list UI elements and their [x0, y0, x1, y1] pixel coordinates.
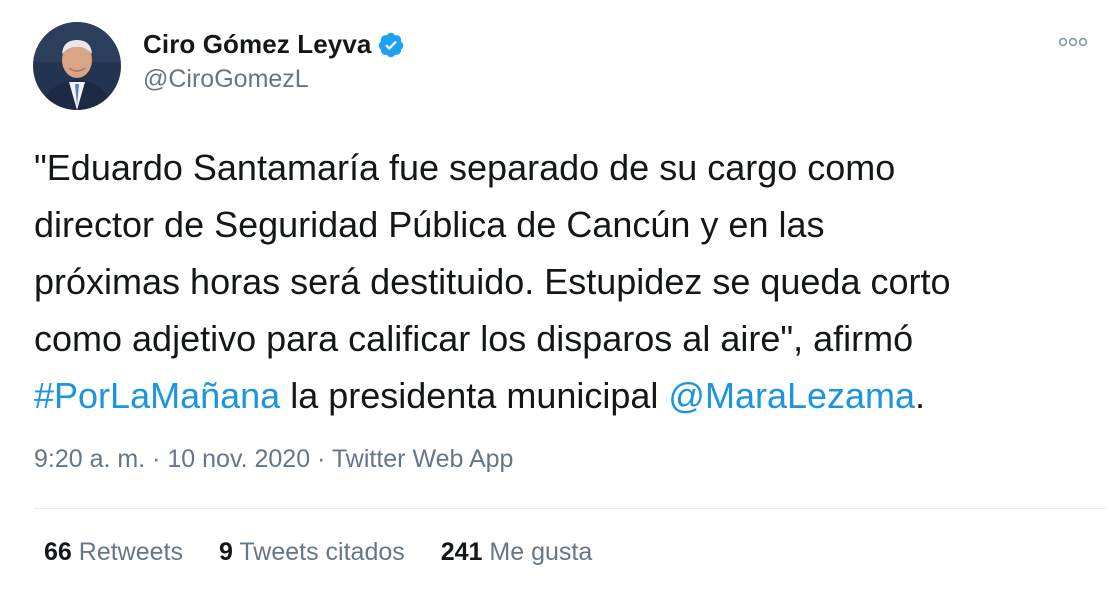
tweet-date[interactable]: 10 nov. 2020 [167, 445, 310, 473]
tweet-time[interactable]: 9:20 a. m. [34, 445, 145, 473]
tweet-card: Ciro Gómez Leyva @CiroGomezL "Eduardo Sa… [0, 0, 1120, 601]
tweet-text-segment: . [915, 375, 926, 416]
tweet-stats: 66 Retweets 9 Tweets citados 241 Me gust… [44, 538, 628, 567]
mention-link[interactable]: @MaraLezama [668, 375, 915, 416]
tweet-text-segment: próximas horas será destituido. Estupide… [34, 261, 951, 302]
stat-label: Me gusta [489, 538, 593, 566]
meta-separator: · [310, 445, 332, 473]
tweet-text-line: "Eduardo Santamaría fue separado de su c… [34, 139, 1104, 196]
tweet-text: "Eduardo Santamaría fue separado de su c… [34, 139, 1104, 424]
author-display-name[interactable]: Ciro Gómez Leyva [143, 29, 371, 60]
stat-count: 9 [218, 538, 233, 566]
stat-quote-tweets[interactable]: 9 Tweets citados [219, 538, 405, 567]
tweet-text-segment: director de Seguridad Pública de Cancún … [34, 204, 825, 245]
tweet-metadata: 9:20 a. m. · 10 nov. 2020 · Twitter Web … [34, 445, 513, 474]
meta-separator: · [145, 445, 168, 473]
stat-label: Tweets citados [239, 538, 405, 566]
author-names: Ciro Gómez Leyva @CiroGomezL [143, 27, 405, 94]
author-handle[interactable]: @CiroGomezL [143, 65, 405, 94]
stat-retweets[interactable]: 66 Retweets [44, 538, 183, 567]
verified-badge-icon [377, 31, 405, 59]
tweet-text-segment: como adjetivo para calificar los disparo… [34, 318, 914, 359]
tweet-text-line: próximas horas será destituido. Estupide… [34, 253, 1104, 310]
tweet-source[interactable]: Twitter Web App [332, 445, 514, 473]
tweet-header: Ciro Gómez Leyva @CiroGomezL [33, 22, 405, 110]
tweet-text-line: #PorLaMañana la presidenta municipal @Ma… [34, 367, 1104, 424]
avatar[interactable] [33, 22, 121, 110]
more-options-icon[interactable] [1056, 32, 1090, 52]
stat-likes[interactable]: 241 Me gusta [441, 538, 593, 567]
divider [34, 508, 1106, 509]
tweet-text-line: director de Seguridad Pública de Cancún … [34, 196, 1104, 253]
name-row: Ciro Gómez Leyva [143, 27, 405, 63]
tweet-text-segment: "Eduardo Santamaría fue separado de su c… [34, 147, 896, 188]
stat-count: 66 [44, 538, 72, 566]
tweet-text-line: como adjetivo para calificar los disparo… [34, 310, 1104, 367]
tweet-text-segment: la presidenta municipal [280, 375, 669, 416]
stat-label: Retweets [78, 538, 183, 566]
stat-count: 241 [440, 538, 483, 566]
hashtag-link[interactable]: #PorLaMañana [34, 375, 280, 416]
